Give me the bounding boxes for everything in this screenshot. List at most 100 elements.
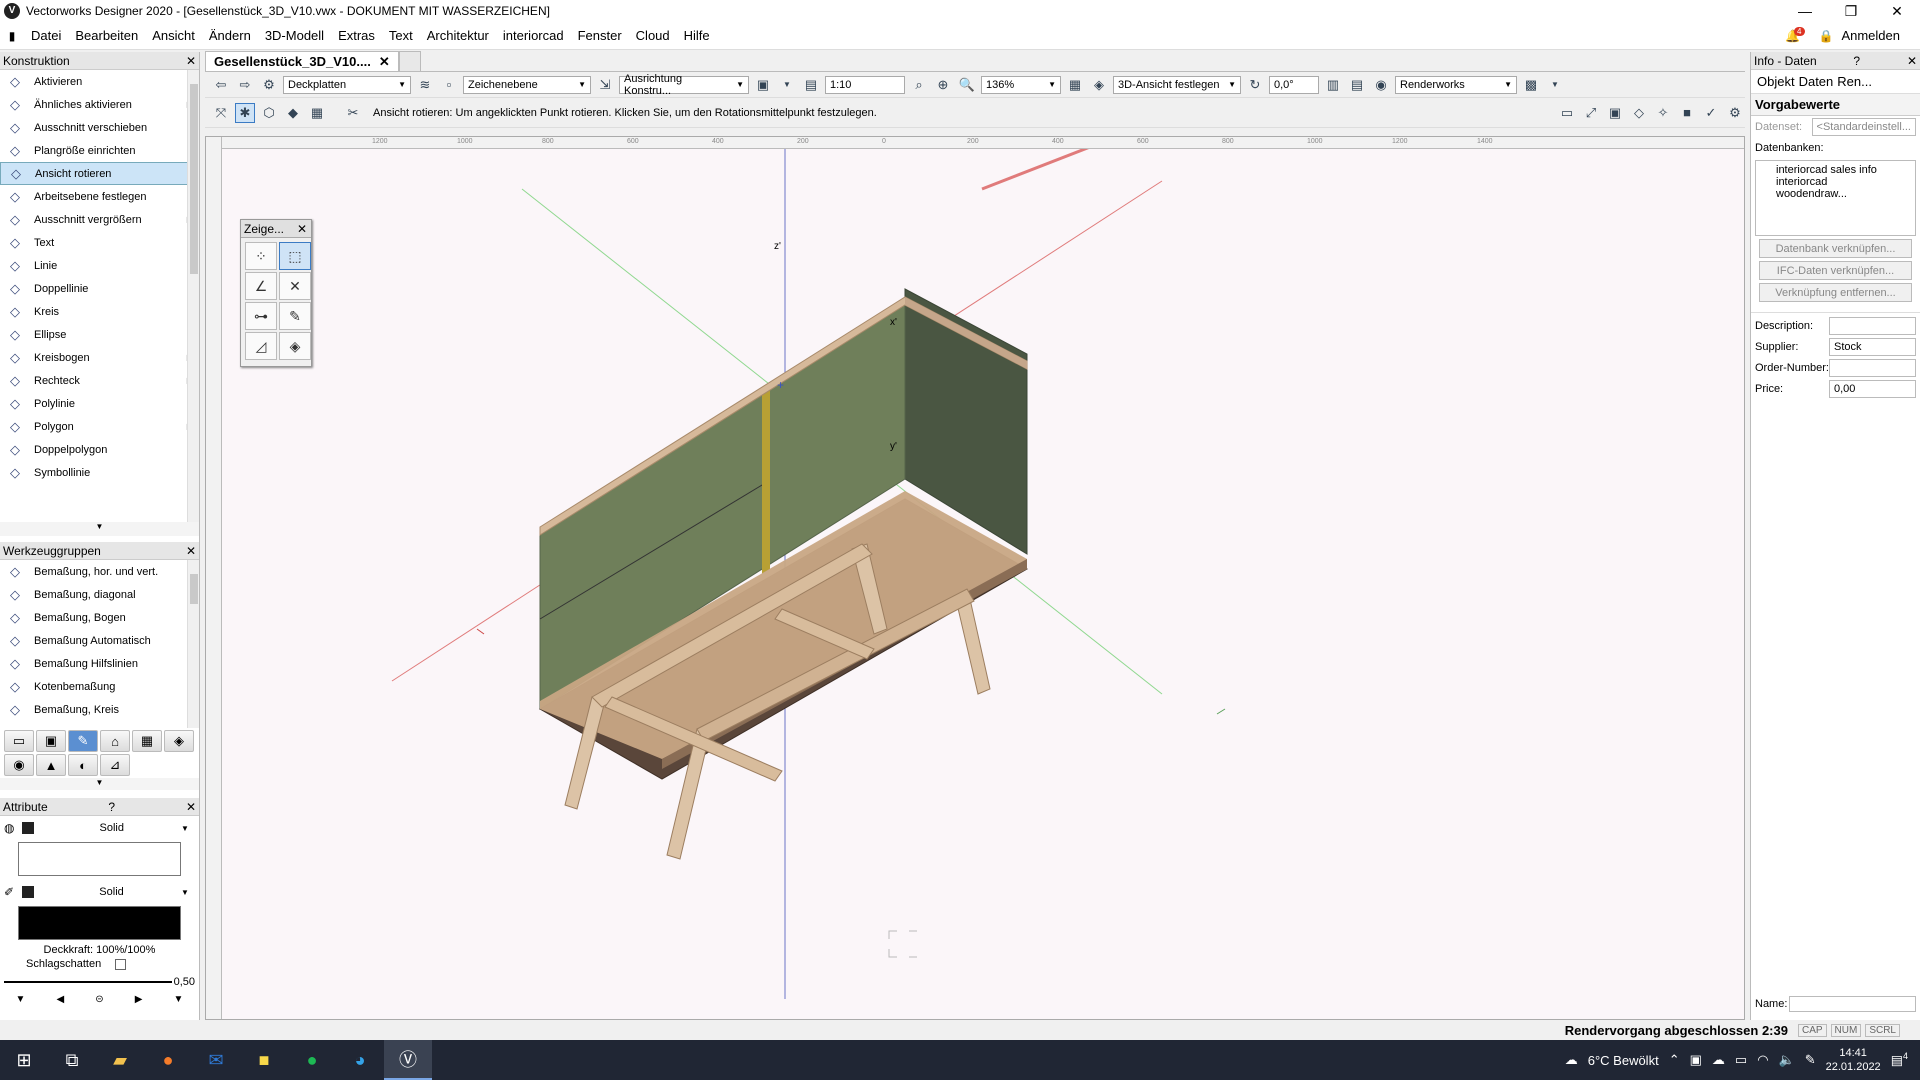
maximize-button[interactable]: ❐	[1828, 3, 1874, 20]
fill-style-select[interactable]: Solid	[42, 822, 181, 834]
arrow-right-icon[interactable]: ▶	[135, 994, 143, 1005]
pen-tray-icon[interactable]: ✎	[1805, 1052, 1816, 1068]
chevron-down-icon[interactable]: ▼	[181, 888, 195, 897]
onedrive-icon[interactable]: ☁	[1712, 1052, 1725, 1068]
construction-tool[interactable]: ◇ Symbollinie	[0, 461, 199, 484]
fill-color-swatch[interactable]	[22, 822, 35, 834]
sheet-icon[interactable]: ▣	[1605, 103, 1625, 123]
expand-handle[interactable]: ▼	[0, 778, 199, 790]
sticky-notes-icon[interactable]: ■	[240, 1040, 288, 1080]
network-icon[interactable]: ▣	[1690, 1052, 1702, 1068]
help-icon[interactable]: ?	[108, 800, 122, 814]
toolsets-tool[interactable]: ◇ Bemaßung Automatisch	[0, 629, 199, 652]
menu-aendern[interactable]: Ändern	[202, 28, 258, 43]
menu-cloud[interactable]: Cloud	[629, 28, 677, 43]
flyover-icon[interactable]: ▥	[1323, 75, 1343, 95]
drawing-viewport[interactable]: 1200 1000 800 600 400 200 0 200 400 600 800 1000 120…	[205, 136, 1745, 1020]
databases-list[interactable]: interiorcad sales info interiorcad woode…	[1755, 160, 1916, 236]
name-field[interactable]	[1789, 996, 1916, 1012]
menu-interiorcad[interactable]: interiorcad	[496, 28, 571, 43]
building-shell-icon[interactable]: ▣	[36, 730, 66, 752]
render-mode-icon[interactable]: ▣	[753, 75, 773, 95]
top-view-icon[interactable]: ▭	[1557, 103, 1577, 123]
close-icon[interactable]: ✕	[297, 222, 311, 236]
visualization-icon[interactable]: ◉	[4, 754, 34, 776]
preferences-icon[interactable]: ✂	[343, 103, 363, 123]
angle-mode-icon[interactable]: ∠	[245, 272, 277, 300]
construction-tool[interactable]: ◇ Kreis	[0, 300, 199, 323]
expand-handle[interactable]: ▼	[0, 522, 199, 536]
eyedropper-icon[interactable]: ✎	[279, 302, 311, 330]
forward-icon[interactable]: ⇨	[235, 75, 255, 95]
lighting-icon[interactable]: ▩	[1521, 75, 1541, 95]
clip-icon[interactable]: ✧	[1653, 103, 1673, 123]
construction-tool[interactable]: ◇Rechteck▶	[0, 369, 199, 392]
clock[interactable]: 14:41 22.01.2022	[1826, 1046, 1881, 1074]
menu-bearbeiten[interactable]: Bearbeiten	[68, 28, 145, 43]
transform-mode-icon[interactable]: ⬚	[279, 242, 311, 270]
construction-tool[interactable]: ◇ Aktivieren	[0, 70, 199, 93]
edge-icon[interactable]: ◕	[336, 1040, 384, 1080]
opacity-label[interactable]: Deckkraft: 100%/100%	[0, 944, 199, 956]
close-icon[interactable]: ✕	[183, 54, 199, 68]
file-explorer-icon[interactable]: ▰	[96, 1040, 144, 1080]
pen-color-swatch[interactable]	[22, 886, 35, 898]
view-cube-icon[interactable]: ◈	[1089, 75, 1109, 95]
chevron-down-icon[interactable]: ▼	[16, 994, 26, 1005]
measure-mode-icon[interactable]: ⊶	[245, 302, 277, 330]
layer-select[interactable]: Zeichenebene ▼	[463, 75, 591, 94]
zoom-select[interactable]: 136% ▼	[981, 75, 1061, 94]
construction-tool[interactable]: ◇ Ansicht rotieren	[0, 162, 199, 185]
menu-ansicht[interactable]: Ansicht	[145, 28, 202, 43]
fit-icon[interactable]: ⤢	[1581, 103, 1601, 123]
furniture-icon[interactable]: ⌂	[100, 730, 130, 752]
toolset-scrollbar[interactable]	[187, 560, 199, 728]
site-icon[interactable]: ◈	[164, 730, 194, 752]
remove-link-button[interactable]: Verknüpfung entfernen...	[1759, 283, 1912, 302]
chevron-down-icon[interactable]: ▼	[777, 75, 797, 95]
info-field-input[interactable]	[1829, 317, 1916, 335]
construction-tool[interactable]: ◇Polygon▶	[0, 415, 199, 438]
zoom-objects-icon[interactable]: ⊕	[933, 75, 953, 95]
menu-text[interactable]: Text	[382, 28, 420, 43]
dimension-toolset-icon[interactable]: ✎	[68, 730, 98, 752]
construction-tool[interactable]: ◇Ähnliches aktivieren▶	[0, 93, 199, 116]
link-ifc-button[interactable]: IFC-Daten verknüpfen...	[1759, 261, 1912, 280]
rotation-input[interactable]: 0,0°	[1269, 75, 1319, 94]
cut-icon[interactable]: ⊿	[100, 754, 130, 776]
settings-icon[interactable]: ⚙	[1725, 103, 1745, 123]
toolsets-tool[interactable]: ◇ Bemaßung, Bogen	[0, 606, 199, 629]
login-link[interactable]: Anmelden	[1841, 28, 1900, 43]
shadow-checkbox[interactable]	[115, 958, 127, 970]
tab-new[interactable]	[398, 51, 421, 71]
spotify-icon[interactable]: ●	[288, 1040, 336, 1080]
minimize-button[interactable]: —	[1782, 3, 1828, 19]
construction-tool[interactable]: ◇ Text	[0, 231, 199, 254]
construction-tool[interactable]: ◇Ausschnitt vergrößern▶	[0, 208, 199, 231]
list-item[interactable]: interiorcad sales info	[1776, 164, 1895, 176]
basic-toolset-icon[interactable]: ▭	[4, 730, 34, 752]
close-icon[interactable]: ✕	[1904, 54, 1920, 68]
menu-hilfe[interactable]: Hilfe	[677, 28, 717, 43]
menu-3d-modell[interactable]: 3D-Modell	[258, 28, 331, 43]
layer-visibility-icon[interactable]: ▫	[439, 75, 459, 95]
info-field-input[interactable]	[1829, 359, 1916, 377]
toolsets-tool[interactable]: ◇ Kotenbemaßung	[0, 675, 199, 698]
construction-tool[interactable]: ◇ Arbeitsebene festlegen	[0, 185, 199, 208]
close-icon[interactable]: ✕	[379, 54, 390, 70]
back-icon[interactable]: ⇦	[211, 75, 231, 95]
layer-options-icon[interactable]: ▤	[1347, 75, 1367, 95]
construction-tool[interactable]: ◇ Linie	[0, 254, 199, 277]
help-icon[interactable]: ?	[1853, 54, 1867, 68]
cross-mode-icon[interactable]: ✕	[279, 272, 311, 300]
interiorcad-icon[interactable]: ▦	[132, 730, 162, 752]
construction-tool[interactable]: ◇ Doppellinie	[0, 277, 199, 300]
rotate-mode-icon[interactable]: ⤧	[211, 103, 231, 123]
vectorworks-taskbar-icon[interactable]: Ⓥ	[384, 1040, 432, 1080]
tab-daten[interactable]: Daten	[1799, 74, 1834, 89]
link-icon[interactable]: ⊝	[95, 994, 103, 1005]
lock-view-icon[interactable]: ■	[1677, 103, 1697, 123]
pen-preview[interactable]	[18, 906, 181, 940]
construction-tool[interactable]: ◇ Ausschnitt verschieben	[0, 116, 199, 139]
rotate-object-icon[interactable]: ⬡	[259, 103, 279, 123]
